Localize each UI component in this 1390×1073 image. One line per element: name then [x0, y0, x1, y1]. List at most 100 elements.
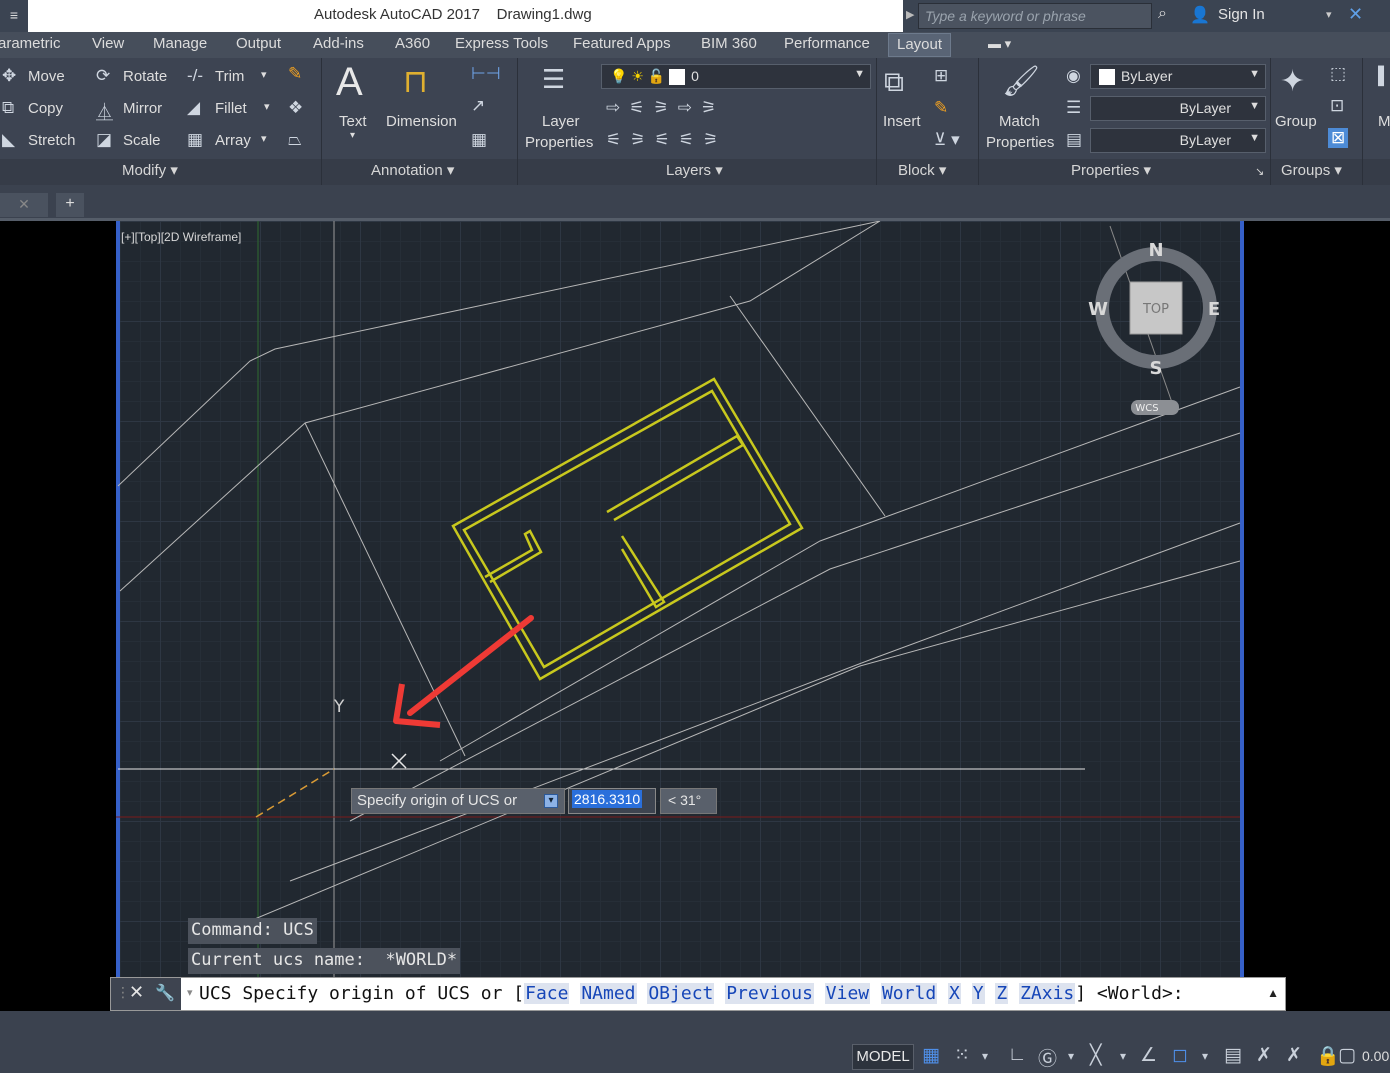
linetype-icon[interactable]: ▤: [1066, 130, 1082, 150]
isodraft-dropdown-icon[interactable]: ▾: [1120, 1049, 1126, 1063]
match-properties-button-line1[interactable]: Match: [999, 113, 1040, 130]
annotation-scale-icon[interactable]: ✗: [1286, 1044, 1302, 1067]
option-world[interactable]: World: [880, 983, 938, 1004]
drawing-area[interactable]: [+][Top][2D Wireframe] Y TOP N S W E WCS…: [0, 221, 1390, 1011]
panel-annotation[interactable]: Annotation ▾: [371, 161, 454, 179]
option-previous[interactable]: Previous: [725, 983, 814, 1004]
group-edit-icon[interactable]: ⊡: [1330, 96, 1344, 116]
object-snap-tracking-icon[interactable]: ∠: [1140, 1044, 1157, 1067]
clean-screen-icon[interactable]: ▢: [1338, 1044, 1356, 1067]
trim-button[interactable]: Trim: [215, 68, 244, 85]
grid-icon[interactable]: ▦: [922, 1044, 940, 1067]
insert-button[interactable]: Insert: [883, 113, 921, 130]
option-zaxis[interactable]: ZAxis: [1019, 983, 1076, 1004]
move-button[interactable]: Move: [28, 68, 65, 85]
panel-block[interactable]: Block ▾: [898, 161, 946, 179]
group-button[interactable]: Group: [1275, 113, 1317, 130]
create-block-icon[interactable]: ⊞: [934, 66, 948, 86]
tab-layout[interactable]: Layout: [888, 33, 952, 57]
option-z[interactable]: Z: [995, 983, 1009, 1004]
array-button[interactable]: Array: [215, 132, 251, 149]
binoculars-icon[interactable]: ⌕: [1158, 5, 1167, 23]
command-prompt[interactable]: UCS Specify origin of UCS or [Face NAmed…: [199, 983, 1184, 1004]
linetype-dropdown[interactable]: ByLayer ▼: [1090, 96, 1266, 121]
offset-icon[interactable]: ⏢: [288, 130, 302, 150]
tab-output[interactable]: Output: [236, 35, 281, 52]
group-selection-icon[interactable]: ⊠: [1328, 128, 1349, 148]
layer-properties-button-line1[interactable]: Layer: [542, 113, 580, 130]
exchange-apps-icon[interactable]: ✕: [1348, 4, 1363, 25]
layer-tools-row1-icons[interactable]: ⇨⚟⚞⇨⚞: [606, 98, 725, 118]
lock-ui-icon[interactable]: 🔒: [1316, 1044, 1340, 1068]
lineweight-icon[interactable]: ☰: [1066, 98, 1081, 118]
ungroup-icon[interactable]: ⬚: [1330, 64, 1346, 84]
tab-parametric[interactable]: arametric: [0, 35, 61, 52]
panel-layers[interactable]: Layers ▾: [666, 161, 723, 179]
option-view[interactable]: View: [824, 983, 871, 1004]
panel-groups[interactable]: Groups ▾: [1281, 161, 1342, 179]
tab-a360[interactable]: A360: [395, 35, 430, 52]
compass-north[interactable]: N: [1148, 240, 1163, 261]
option-named[interactable]: NAmed: [580, 983, 637, 1004]
ortho-icon[interactable]: ∟: [1008, 1044, 1027, 1066]
layer-properties-button-line2[interactable]: Properties: [525, 134, 593, 151]
color-dropdown[interactable]: ByLayer ▼: [1090, 64, 1266, 89]
search-expand-icon[interactable]: ▶: [906, 8, 914, 21]
lineweight-toggle-icon[interactable]: ▤: [1224, 1044, 1242, 1067]
compass-south[interactable]: S: [1150, 358, 1163, 379]
quick-access-menu-icon[interactable]: ≡: [0, 0, 28, 32]
compass-west[interactable]: W: [1088, 299, 1108, 320]
more-tools-icon[interactable]: ▌: [1378, 66, 1390, 86]
mirror-button[interactable]: Mirror: [123, 100, 162, 117]
dimension-button[interactable]: Dimension: [386, 113, 457, 130]
polar-dropdown-icon[interactable]: ▾: [1068, 1049, 1074, 1063]
snap-dropdown-icon[interactable]: ▾: [982, 1049, 988, 1063]
array-dropdown-icon[interactable]: ▾: [261, 132, 267, 145]
explode-icon[interactable]: ❖: [288, 98, 303, 118]
command-line[interactable]: ⋮ ✕ 🔧 ▾ UCS Specify origin of UCS or [Fa…: [110, 977, 1286, 1011]
more-tools-label[interactable]: M: [1378, 113, 1390, 130]
option-object[interactable]: OBject: [647, 983, 715, 1004]
dynamic-input-angle-field[interactable]: < 31°: [660, 788, 717, 814]
tab-performance[interactable]: Performance: [784, 35, 870, 52]
tab-bim-360[interactable]: BIM 360: [701, 35, 757, 52]
wrench-icon[interactable]: 🔧: [155, 983, 175, 1003]
text-button[interactable]: Text: [339, 113, 367, 130]
copy-button[interactable]: Copy: [28, 100, 63, 117]
close-icon[interactable]: ✕: [129, 982, 144, 1003]
scale-button[interactable]: Scale: [123, 132, 161, 149]
table-icon[interactable]: ▦: [471, 130, 487, 150]
panel-modify[interactable]: Modify ▾: [122, 161, 178, 179]
chevron-down-icon[interactable]: ▾: [1326, 8, 1332, 21]
panel-properties[interactable]: Properties ▾: [1071, 161, 1151, 179]
stretch-button[interactable]: Stretch: [28, 132, 76, 149]
viewcube[interactable]: TOP N S W E WCS: [1088, 240, 1220, 415]
tab-express-tools[interactable]: Express Tools: [455, 35, 548, 52]
text-dropdown-icon[interactable]: ▾: [350, 130, 355, 141]
color-wheel-icon[interactable]: ◉: [1066, 66, 1081, 86]
option-face[interactable]: Face: [524, 983, 570, 1004]
match-properties-button-line2[interactable]: Properties: [986, 134, 1054, 151]
edit-block-icon[interactable]: ✎: [934, 98, 948, 118]
layer-dropdown[interactable]: 💡 ☀ 🔓 0 ▼: [601, 64, 871, 89]
rotate-button[interactable]: Rotate: [123, 68, 167, 85]
new-tab-icon[interactable]: +: [56, 193, 84, 217]
linear-dimension-icon[interactable]: ⊢⊣: [471, 64, 501, 84]
object-snap-dropdown-icon[interactable]: ▾: [1202, 1049, 1208, 1063]
object-snap-icon[interactable]: ◻: [1172, 1044, 1188, 1067]
tab-manage[interactable]: Manage: [153, 35, 207, 52]
lineweight-dropdown[interactable]: ByLayer ▼: [1090, 128, 1266, 153]
close-tab-icon[interactable]: ✕: [0, 193, 48, 217]
dropdown-options-icon[interactable]: ▾: [544, 794, 558, 808]
erase-icon[interactable]: ✎: [288, 64, 302, 84]
user-icon[interactable]: 👤: [1190, 5, 1210, 25]
tab-view[interactable]: View: [92, 35, 124, 52]
command-history-toggle-icon[interactable]: ▲: [1267, 986, 1279, 1000]
leader-icon[interactable]: ↗: [471, 96, 485, 116]
polar-icon[interactable]: Ⓖ: [1038, 1044, 1057, 1071]
dynamic-input-value-field[interactable]: 2816.3310: [568, 788, 656, 814]
search-input[interactable]: Type a keyword or phrase: [918, 3, 1152, 29]
compass-east[interactable]: E: [1208, 299, 1220, 320]
layer-tools-row2-icons[interactable]: ⚟⚞⚟⚟⚞: [606, 130, 727, 150]
option-y[interactable]: Y: [971, 983, 985, 1004]
